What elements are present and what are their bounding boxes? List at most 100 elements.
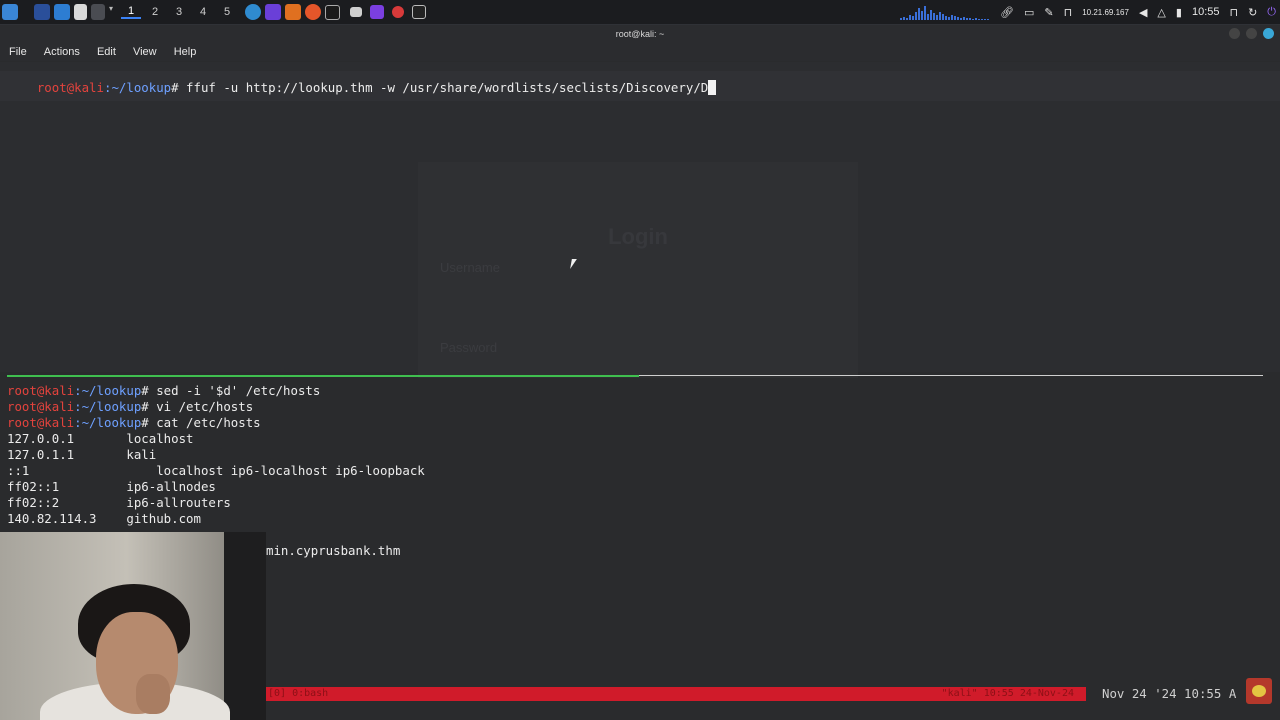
kali-menu-icon[interactable] <box>2 4 18 20</box>
graph-bar <box>978 19 981 20</box>
graph-bar <box>948 17 951 20</box>
graph-bar <box>930 10 933 20</box>
graph-bar <box>903 17 906 20</box>
prompt-user: root@kali <box>7 415 75 430</box>
graph-bar <box>945 16 948 20</box>
ghost-password-label: Password <box>440 340 498 355</box>
graph-bar <box>909 15 912 20</box>
minimize-button[interactable] <box>1229 28 1240 39</box>
graph-bar <box>987 19 990 20</box>
terminal-app-icon[interactable] <box>412 5 426 19</box>
window-buttons <box>1229 28 1274 39</box>
command-text: cat /etc/hosts <box>156 415 261 430</box>
graph-bar <box>939 12 942 20</box>
graph-bar <box>954 16 957 20</box>
graph-bar <box>918 8 921 20</box>
graph-bar <box>972 19 975 20</box>
pane-divider[interactable] <box>639 375 1263 376</box>
graph-bar <box>960 18 963 20</box>
graph-bar <box>900 18 903 20</box>
prompt-path: :~/lookup <box>74 383 142 398</box>
command-line[interactable]: root@kali:~/lookup# ffuf -u http://looku… <box>7 64 717 112</box>
top-panel: ▾ 1 2 3 4 5 🔗︎ ▭ ✎ ⊓ 10.21.69.167 ◀ △ ▮ … <box>0 0 1280 25</box>
file-manager-icon[interactable] <box>54 4 70 20</box>
prompt-symbol: # <box>141 415 157 430</box>
app-icon-2[interactable] <box>392 6 404 18</box>
menu-view[interactable]: View <box>128 43 162 61</box>
workspace-5[interactable]: 5 <box>217 6 237 18</box>
terminal-icon[interactable] <box>325 4 340 20</box>
bell-icon[interactable]: △ <box>1157 6 1165 19</box>
app-icon[interactable] <box>370 5 384 19</box>
output-line: 127.0.0.1 localhost <box>7 431 194 446</box>
output-line-partial: min.cyprusbank.thm <box>266 543 401 558</box>
lock-icon[interactable]: ⊓ <box>1064 6 1073 19</box>
desktop-icon[interactable] <box>34 4 50 20</box>
prompt-symbol: # <box>171 80 187 95</box>
prompt-user: root@kali <box>36 80 104 95</box>
output-line: 127.0.1.1 kali <box>7 447 157 462</box>
prompt-path: :~/lookup <box>74 399 142 414</box>
workspace-2[interactable]: 2 <box>145 6 165 18</box>
prompt-line: root@kali:~/lookup# sed -i '$d' /etc/hos… <box>7 383 320 399</box>
graph-bar <box>936 15 939 20</box>
graph-bar <box>921 11 924 20</box>
webcam-doorway <box>224 532 266 720</box>
graph-bar <box>969 18 972 20</box>
terminal-pane-top[interactable]: Login Username Password root@kali:~/look… <box>0 62 1280 462</box>
refresh-icon[interactable]: ↻ <box>1248 6 1257 19</box>
firefox-icon[interactable] <box>305 4 321 20</box>
burp-icon[interactable] <box>245 4 261 20</box>
graph-bar <box>963 17 966 20</box>
window-titlebar[interactable]: root@kali: ~ <box>0 25 1280 43</box>
text-editor-icon[interactable] <box>74 4 87 20</box>
graph-bar <box>951 15 954 20</box>
command-text: vi /etc/hosts <box>156 399 254 414</box>
menu-actions[interactable]: Actions <box>39 43 85 61</box>
power-icon[interactable]: ⏻ <box>1267 6 1276 19</box>
output-line: ::1 localhost ip6-localhost ip6-loopback <box>7 463 425 478</box>
app-avatar-icon[interactable] <box>1246 678 1272 704</box>
prompt-path: :~/lookup <box>74 415 142 430</box>
graph-bar <box>981 19 984 20</box>
dropdown-icon[interactable]: ▾ <box>109 4 117 20</box>
panel-clock[interactable]: 10:55 <box>1192 6 1220 18</box>
command-text: ffuf -u http://lookup.thm -w /usr/share/… <box>186 80 709 95</box>
graph-bar <box>912 16 915 20</box>
webcam-hand <box>136 674 170 714</box>
prompt-path: :~/lookup <box>103 80 172 95</box>
window-icon[interactable] <box>350 7 362 17</box>
menu-edit[interactable]: Edit <box>92 43 121 61</box>
volume-icon[interactable]: ◀ <box>1139 6 1147 19</box>
burpsuite-icon[interactable] <box>285 4 301 20</box>
flameshot-icon[interactable] <box>265 4 281 20</box>
maximize-button[interactable] <box>1246 28 1257 39</box>
battery-icon[interactable]: ▮ <box>1176 6 1182 19</box>
graph-bar <box>942 14 945 20</box>
ghost-login-title: Login <box>608 224 668 249</box>
prompt-symbol: # <box>141 383 157 398</box>
text-cursor <box>708 80 717 95</box>
graph-bar <box>906 18 909 20</box>
output-line: 140.82.114.3 github.com <box>7 511 201 526</box>
graph-bar <box>927 14 930 20</box>
paperclip-icon[interactable]: 🔗︎ <box>1000 6 1014 19</box>
pane-divider-active[interactable] <box>7 375 639 377</box>
panel-tray: 🔗︎ ▭ ✎ ⊓ 10.21.69.167 ◀ △ ▮ 10:55 ⊓ ↻ ⏻ <box>900 3 1276 21</box>
graph-bar <box>975 18 978 20</box>
output-line: ff02::1 ip6-allnodes <box>7 479 216 494</box>
lock-screen-icon[interactable]: ⊓ <box>1229 6 1238 19</box>
display-icon[interactable]: ▭ <box>1024 6 1034 19</box>
close-button[interactable] <box>1263 28 1274 39</box>
screenshot-icon[interactable] <box>91 4 105 20</box>
workspace-4[interactable]: 4 <box>193 6 213 18</box>
menu-help[interactable]: Help <box>169 43 202 61</box>
network-graph <box>900 4 990 20</box>
menu-file[interactable]: File <box>4 43 32 61</box>
workspace-1[interactable]: 1 <box>121 5 141 19</box>
workspace-3[interactable]: 3 <box>169 6 189 18</box>
prompt-user: root@kali <box>7 383 75 398</box>
pen-icon[interactable]: ✎ <box>1044 6 1053 19</box>
status-left: [0] 0:bash <box>268 688 329 699</box>
prompt-user: root@kali <box>7 399 75 414</box>
